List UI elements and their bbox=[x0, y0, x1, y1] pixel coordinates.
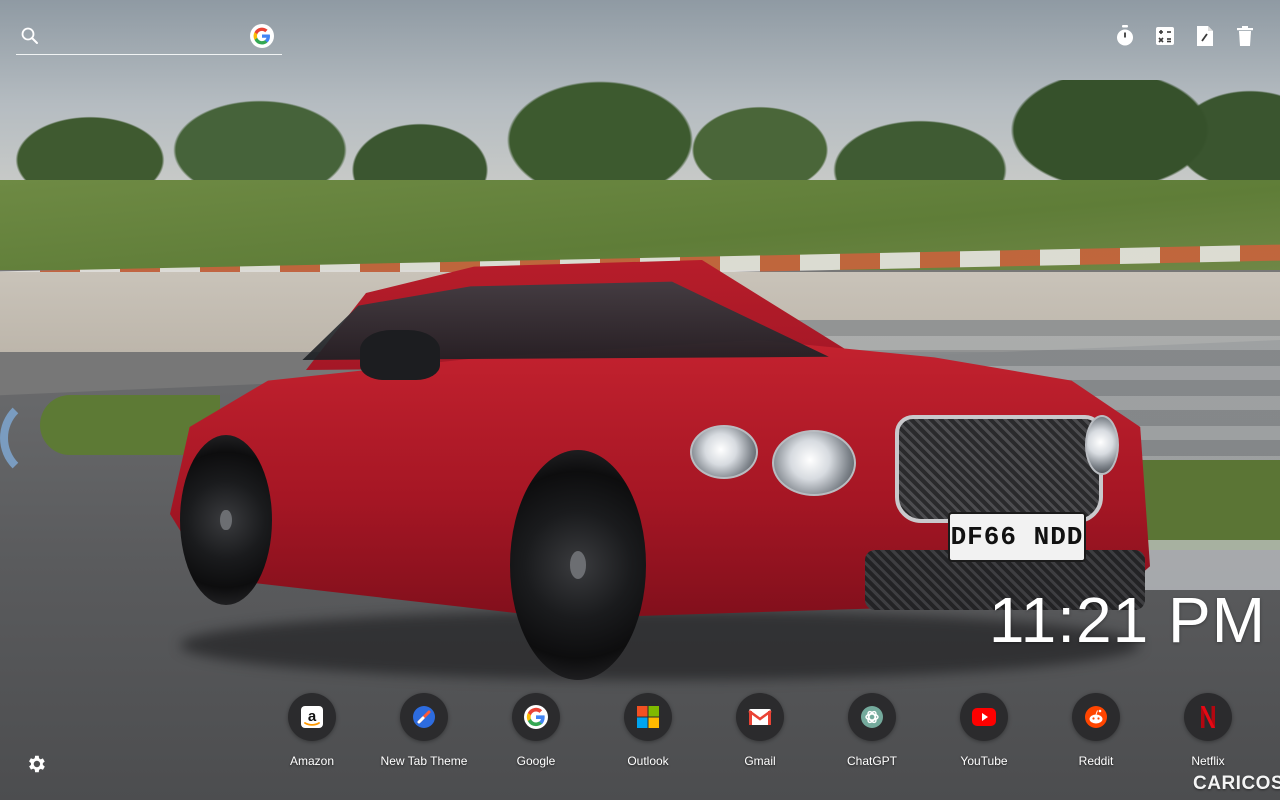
stopwatch-icon[interactable] bbox=[1114, 24, 1136, 48]
shortcut-label: Netflix bbox=[1191, 754, 1225, 768]
reddit-icon bbox=[1072, 693, 1120, 741]
shortcut-chatgpt[interactable]: ChatGPT bbox=[816, 693, 928, 768]
caricos-watermark: CARICOS bbox=[1193, 773, 1280, 794]
gear-icon[interactable] bbox=[24, 752, 48, 776]
toolbar bbox=[1114, 24, 1256, 48]
shortcut-reddit[interactable]: Reddit bbox=[1040, 693, 1152, 768]
youtube-icon bbox=[960, 693, 1008, 741]
shortcut-amazon[interactable]: a Amazon bbox=[256, 693, 368, 768]
netflix-icon bbox=[1184, 693, 1232, 741]
car-wheel-front bbox=[510, 450, 646, 680]
svg-text:a: a bbox=[308, 708, 317, 725]
shortcut-label: Gmail bbox=[744, 754, 776, 768]
car-headlight-right bbox=[1085, 415, 1119, 475]
chatgpt-icon bbox=[848, 693, 896, 741]
shortcut-label: Google bbox=[516, 754, 556, 768]
google-icon bbox=[512, 693, 560, 741]
license-plate: DF66 NDD bbox=[948, 512, 1086, 562]
top-bar bbox=[0, 0, 1280, 70]
shortcut-outlook[interactable]: Outlook bbox=[592, 693, 704, 768]
microsoft-icon bbox=[624, 693, 672, 741]
shortcut-google[interactable]: Google bbox=[480, 693, 592, 768]
document-pen-icon[interactable] bbox=[1194, 24, 1216, 48]
shortcut-label: Reddit bbox=[1078, 754, 1114, 768]
shortcut-new-tab-theme[interactable]: New Tab Theme bbox=[368, 693, 480, 768]
shortcut-label: New Tab Theme bbox=[380, 754, 468, 768]
car-grille bbox=[895, 415, 1103, 523]
shortcut-youtube[interactable]: YouTube bbox=[928, 693, 1040, 768]
background-photo: DF66 NDD bbox=[0, 0, 1280, 800]
car-headlight-inner bbox=[772, 430, 856, 496]
calculator-icon[interactable] bbox=[1154, 24, 1176, 48]
shortcut-label: Outlook bbox=[627, 754, 669, 768]
shortcut-gmail[interactable]: Gmail bbox=[704, 693, 816, 768]
car-wheel-rear bbox=[180, 435, 272, 605]
shortcut-netflix[interactable]: Netflix bbox=[1152, 693, 1264, 768]
shortcut-label: YouTube bbox=[960, 754, 1008, 768]
new-tab-page: DF66 NDD 11:21 PM a Amazon New Tab Theme… bbox=[0, 0, 1280, 800]
google-g-icon[interactable] bbox=[250, 24, 274, 48]
new-tab-theme-icon bbox=[400, 693, 448, 741]
clock-time: 11:21 PM bbox=[988, 584, 1266, 656]
search-bar bbox=[16, 22, 282, 55]
shortcuts-bar: a Amazon New Tab Theme Google Outlook Gm… bbox=[256, 693, 1280, 773]
shortcut-label: Amazon bbox=[289, 754, 335, 768]
amazon-icon: a bbox=[288, 693, 336, 741]
gmail-icon bbox=[736, 693, 784, 741]
shortcut-label: ChatGPT bbox=[846, 754, 897, 768]
car-headlight-outer bbox=[690, 425, 758, 479]
trash-icon[interactable] bbox=[1234, 24, 1256, 48]
search-icon[interactable] bbox=[20, 26, 40, 46]
search-input[interactable] bbox=[48, 24, 242, 52]
car-mirror bbox=[360, 330, 440, 380]
